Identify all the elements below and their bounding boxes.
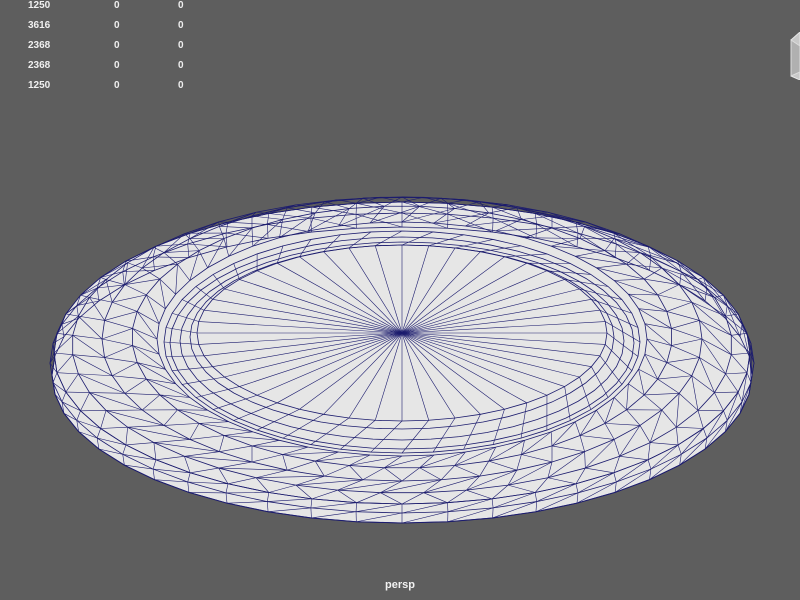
hud-value: 0 [114,40,120,51]
hud-value: 0 [114,0,120,11]
perspective-viewport[interactable] [0,0,800,600]
hud-value: 0 [178,60,184,71]
hud-value: 2368 [28,40,51,51]
hud-value: 1250 [28,0,51,11]
hud-value: 3616 [28,20,51,31]
hud-value: 0 [178,40,184,51]
view-cube-icon[interactable] [786,32,800,80]
plate-mesh[interactable] [49,196,755,524]
hud-value: 0 [114,60,120,71]
hud-value: 0 [114,20,120,31]
hud-value: 0 [178,80,184,91]
hud-value: 2368 [28,60,51,71]
mesh-edge [401,197,424,203]
mesh-edge [337,199,357,204]
hud-value: 0 [178,20,184,31]
hud-value: 0 [114,80,120,91]
hud-value: 1250 [28,80,51,91]
mesh-edge [447,199,467,204]
hud-value: 0 [178,0,184,11]
camera-label: persp [385,579,415,591]
